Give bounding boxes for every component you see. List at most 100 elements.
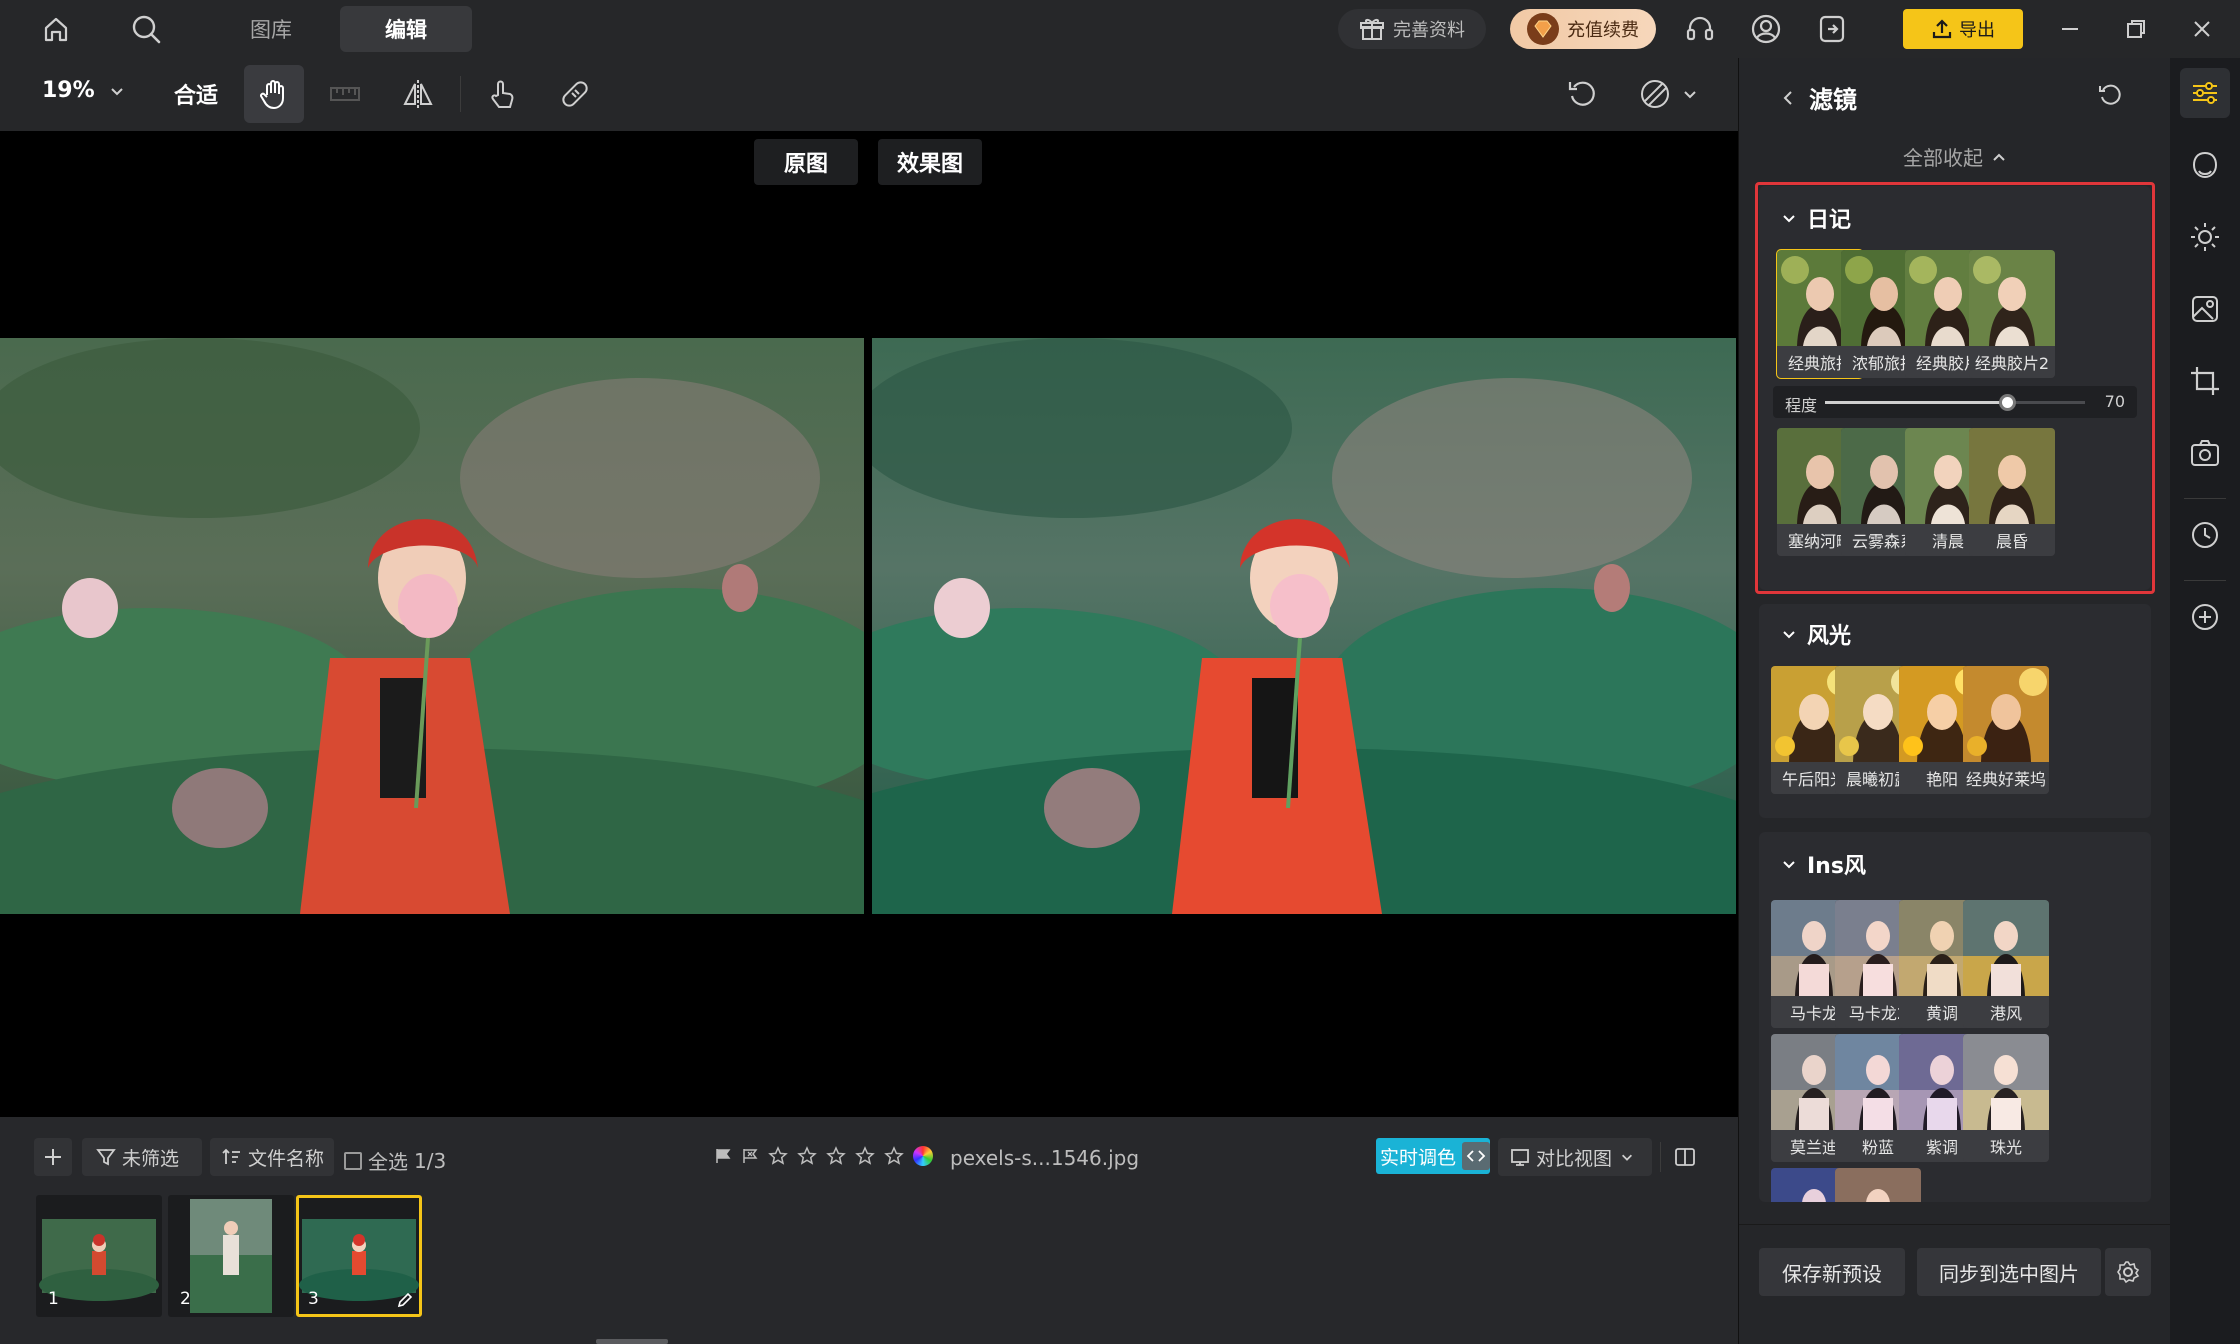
- chevron-down-icon: [1781, 626, 1797, 642]
- filter-button[interactable]: 未筛选: [82, 1138, 202, 1176]
- flip-icon[interactable]: [388, 65, 448, 123]
- tab-gallery[interactable]: 图库: [206, 6, 336, 52]
- chevron-down-icon: [1682, 86, 1698, 102]
- save-preset-button[interactable]: 保存新预设: [1759, 1248, 1905, 1296]
- select-all-checkbox[interactable]: 全选 1/3: [344, 1146, 446, 1175]
- live-color-label: 实时调色: [1380, 1146, 1457, 1169]
- tab-edit[interactable]: 编辑: [340, 6, 472, 52]
- flag-icon[interactable]: [714, 1147, 732, 1165]
- sort-button[interactable]: 文件名称: [210, 1138, 334, 1176]
- close-icon[interactable]: [2182, 9, 2222, 49]
- home-icon[interactable]: [36, 9, 76, 49]
- star-icon[interactable]: [826, 1146, 846, 1166]
- headset-icon[interactable]: [1680, 9, 1720, 49]
- original-photo: [0, 338, 864, 914]
- effect-photo: [872, 338, 1736, 914]
- history-icon[interactable]: [2180, 510, 2230, 560]
- undo-icon[interactable]: [1553, 65, 1613, 123]
- live-color-toggle[interactable]: 实时调色: [1376, 1138, 1490, 1174]
- brightness-icon[interactable]: [2180, 212, 2230, 262]
- export-button[interactable]: 导出: [1903, 9, 2023, 49]
- degree-slider[interactable]: 程度 70: [1773, 386, 2137, 418]
- star-icon[interactable]: [884, 1146, 904, 1166]
- export-label: 导出: [1959, 20, 1995, 41]
- filter-sliders-icon[interactable]: [2180, 68, 2230, 118]
- back-chevron-icon[interactable]: [1779, 89, 1797, 107]
- thumbnail-number: 2: [180, 1289, 191, 1309]
- settings-gear-icon[interactable]: [2105, 1248, 2151, 1296]
- fit-button[interactable]: 合适: [174, 78, 218, 110]
- edit-toolbar: 19% 合适: [0, 58, 1738, 131]
- ins-header[interactable]: Ins风: [1781, 848, 1866, 880]
- original-label[interactable]: 原图: [754, 139, 858, 185]
- logout-icon[interactable]: [1812, 9, 1852, 49]
- degree-label: 程度: [1785, 396, 1818, 415]
- diary-header[interactable]: 日记: [1781, 202, 1851, 234]
- reset-icon[interactable]: [2097, 82, 2123, 108]
- sync-button[interactable]: 同步到选中图片: [1917, 1248, 2101, 1296]
- thumbnail-2[interactable]: 2: [168, 1195, 294, 1317]
- chevron-down-icon: [109, 83, 125, 99]
- rating-flags: [714, 1146, 933, 1166]
- upload-icon: [1931, 18, 1953, 40]
- restore-icon[interactable]: [2116, 9, 2156, 49]
- filter-tile[interactable]: [1835, 1168, 1921, 1202]
- filter-tile[interactable]: 经典胶片2: [1969, 250, 2055, 378]
- filter-tile[interactable]: 经典好莱坞: [1963, 666, 2049, 794]
- compare-view-label: 对比视图: [1536, 1147, 1613, 1170]
- bandage-icon[interactable]: [545, 65, 605, 123]
- side-rail: [2170, 58, 2240, 1344]
- zoom-value: 19%: [42, 78, 95, 103]
- camera-icon[interactable]: [2180, 428, 2230, 478]
- chevron-down-icon: [1620, 1150, 1634, 1164]
- star-icon[interactable]: [855, 1146, 875, 1166]
- filter-tile[interactable]: 晨昏: [1969, 428, 2055, 556]
- collapse-all-label: 全部收起: [1903, 146, 1983, 170]
- split-view-icon[interactable]: [1668, 1138, 1702, 1176]
- slider-knob[interactable]: [1999, 394, 2016, 411]
- image-adjust-icon[interactable]: [2180, 284, 2230, 334]
- reject-flag-icon[interactable]: [741, 1147, 759, 1165]
- select-all-label: 全选: [368, 1150, 408, 1174]
- thumbnail-number: 1: [48, 1289, 59, 1309]
- hand-tool-icon[interactable]: [244, 65, 304, 123]
- face-icon[interactable]: [2180, 140, 2230, 190]
- perfect-info-button[interactable]: 完善资料: [1338, 9, 1486, 49]
- color-label-icon[interactable]: [913, 1146, 933, 1166]
- chevron-down-icon: [1781, 210, 1797, 226]
- filter-label: 晨昏: [1969, 524, 2055, 556]
- add-circle-icon[interactable]: [2180, 592, 2230, 642]
- minimize-icon[interactable]: [2050, 9, 2090, 49]
- slider-fill: [1825, 401, 2007, 404]
- title-bar: 图库 编辑 完善资料 充值续费 导出: [0, 0, 2240, 58]
- image-canvas[interactable]: 原图 效果图: [0, 131, 1738, 1117]
- collapse-all-button[interactable]: 全部收起: [1739, 142, 2171, 171]
- search-icon[interactable]: [126, 9, 166, 49]
- filter-tile[interactable]: 港风: [1963, 900, 2049, 1028]
- filter-label: 未筛选: [122, 1147, 180, 1170]
- touch-icon[interactable]: [472, 65, 532, 123]
- star-icon[interactable]: [797, 1146, 817, 1166]
- degree-value: 70: [2104, 392, 2125, 411]
- slider-track[interactable]: [1825, 394, 2085, 411]
- diary-section: 日记 经典旅拍 浓郁旅拍 经典胶片 经典胶片2 程度 70 塞纳河畔 云雾森系 …: [1755, 182, 2155, 594]
- scenery-header[interactable]: 风光: [1781, 618, 1851, 650]
- crop-icon[interactable]: [2180, 356, 2230, 406]
- filename: pexels-s...1546.jpg: [950, 1146, 1140, 1170]
- thumbnail-1[interactable]: 1: [36, 1195, 162, 1317]
- star-icon[interactable]: [768, 1146, 788, 1166]
- add-icon[interactable]: [34, 1138, 72, 1176]
- panel-header: 滤镜: [1779, 80, 1857, 115]
- scenery-title: 风光: [1807, 624, 1852, 649]
- zoom-dropdown[interactable]: 19%: [42, 78, 125, 103]
- user-icon[interactable]: [1746, 9, 1786, 49]
- recharge-button[interactable]: 充值续费: [1510, 9, 1656, 49]
- checkbox-icon: [344, 1151, 362, 1170]
- compare-mode-dropdown[interactable]: [1623, 65, 1713, 123]
- filmstrip-scrollbar[interactable]: [596, 1339, 668, 1344]
- edited-pen-icon: [396, 1291, 414, 1309]
- effect-label[interactable]: 效果图: [878, 139, 982, 185]
- filter-tile[interactable]: 珠光: [1963, 1034, 2049, 1162]
- thumbnail-3-selected[interactable]: 3: [296, 1195, 422, 1317]
- compare-view-dropdown[interactable]: 对比视图: [1498, 1138, 1652, 1176]
